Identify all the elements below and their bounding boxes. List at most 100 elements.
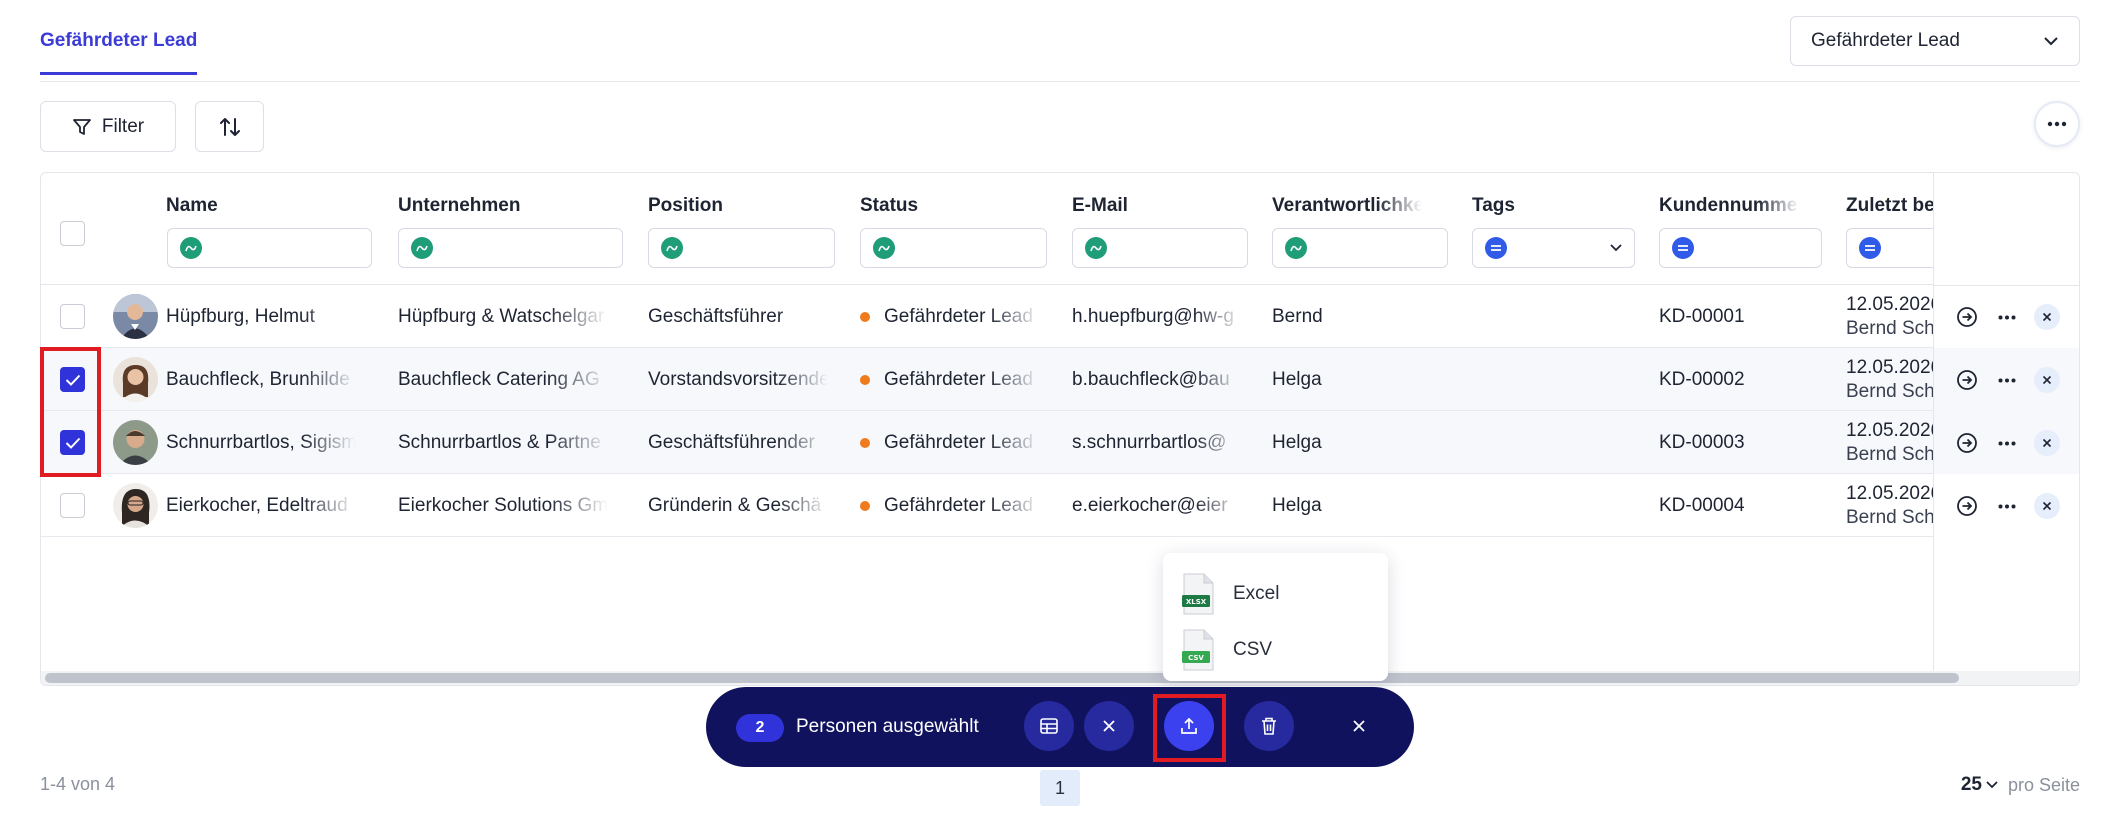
- tags-cell: [1472, 474, 1622, 537]
- status-label: Gefährdeter Lead: [884, 368, 1033, 390]
- position-cell: Vorstandsvorsitzende: [648, 368, 828, 390]
- horizontal-scrollbar-thumb[interactable]: [45, 673, 1959, 683]
- more-options-button[interactable]: [2034, 101, 2080, 147]
- open-record-icon[interactable]: [1952, 302, 1982, 332]
- avatar: [113, 483, 158, 528]
- operator-icon: [661, 237, 683, 259]
- remove-row-icon[interactable]: [2032, 365, 2062, 395]
- sort-button[interactable]: [195, 101, 264, 152]
- last-edited-user: Bernd Schi: [1846, 317, 1939, 339]
- last-edited-cell: 12.05.2026 Bernd Schi: [1846, 285, 1946, 348]
- per-page-selector[interactable]: 25 pro Seite: [1961, 774, 2080, 796]
- row-more-icon[interactable]: [1992, 428, 2022, 458]
- name-cell[interactable]: Eierkocher, Edeltraud: [166, 474, 356, 537]
- filter-button[interactable]: Filter: [40, 101, 176, 152]
- operator-icon: [180, 237, 202, 259]
- status-dot: [860, 500, 870, 511]
- last-edited-cell: 12.05.2026 Bernd Schi: [1846, 411, 1946, 474]
- row-more-icon[interactable]: [1992, 302, 2022, 332]
- close-icon: [1353, 720, 1365, 732]
- svg-text:XLSX: XLSX: [1186, 598, 1207, 606]
- close-bulk-bar-button[interactable]: [1334, 701, 1384, 751]
- last-edited-date: 12.05.2026: [1846, 293, 1942, 315]
- customer-number-cell: KD-00004: [1659, 494, 1745, 516]
- chevron-down-icon: [1986, 781, 1998, 789]
- column-header-position[interactable]: Position: [648, 195, 828, 217]
- company-cell: Schnurrbartlos & Partne: [398, 431, 601, 453]
- table-row[interactable]: Schnurrbartlos, Sigism Schnurrbartlos & …: [41, 411, 2079, 474]
- email-filter-input[interactable]: [1072, 228, 1248, 268]
- name-cell[interactable]: Hüpfburg, Helmut: [166, 285, 356, 348]
- status-filter-input[interactable]: [860, 228, 1047, 268]
- table-row[interactable]: Eierkocher, Edeltraud Eierkocher Solutio…: [41, 474, 2079, 537]
- tab-gefaehrdeter-lead[interactable]: Gefährdeter Lead: [40, 30, 198, 75]
- name-cell[interactable]: Schnurrbartlos, Sigism: [166, 411, 356, 474]
- email-cell[interactable]: h.huepfburg@hw-g: [1072, 285, 1242, 348]
- status-cell: Gefährdeter Lead: [860, 285, 1040, 348]
- last-edited-filter-input[interactable]: [1846, 228, 1946, 268]
- close-icon: [1103, 720, 1115, 732]
- position-cell: Geschäftsführender: [648, 431, 815, 453]
- customer-number-cell: KD-00001: [1659, 305, 1745, 327]
- tags-filter-select[interactable]: [1472, 228, 1635, 268]
- name-cell[interactable]: Bauchfleck, Brunhilde: [166, 348, 356, 411]
- column-header-last-edited[interactable]: Zuletzt be: [1846, 195, 1946, 217]
- position-cell: Gründerin & Geschä: [648, 494, 822, 516]
- last-edited-date: 12.05.2026: [1846, 482, 1942, 504]
- remove-row-icon[interactable]: [2032, 302, 2062, 332]
- customer-number-cell: KD-00002: [1659, 368, 1745, 390]
- view-select[interactable]: Gefährdeter Lead: [1790, 16, 2080, 66]
- select-all-checkbox[interactable]: [60, 221, 85, 246]
- status-label: Gefährdeter Lead: [884, 431, 1033, 453]
- xlsx-file-icon: XLSX: [1181, 573, 1215, 615]
- clear-selection-button[interactable]: [1084, 701, 1134, 751]
- owner-filter-input[interactable]: [1272, 228, 1448, 268]
- bulk-action-bar: 2 Personen ausgewählt: [706, 687, 1414, 767]
- table-row[interactable]: Hüpfburg, Helmut Hüpfburg & Watschelgar …: [41, 285, 2079, 348]
- row-more-icon[interactable]: [1992, 365, 2022, 395]
- operator-icon: [1085, 237, 1107, 259]
- row-more-icon[interactable]: [1992, 491, 2022, 521]
- chevron-down-icon: [1610, 244, 1622, 252]
- column-header-status[interactable]: Status: [860, 195, 1040, 217]
- open-record-icon[interactable]: [1952, 365, 1982, 395]
- row-checkbox[interactable]: [60, 304, 85, 329]
- column-header-owner[interactable]: Verantwortlichke: [1272, 195, 1422, 217]
- open-record-icon[interactable]: [1952, 491, 1982, 521]
- customer-number-filter-input[interactable]: [1659, 228, 1822, 268]
- table-row[interactable]: Bauchfleck, Brunhilde Bauchfleck Caterin…: [41, 348, 2079, 411]
- avatar: [113, 294, 158, 339]
- column-header-company[interactable]: Unternehmen: [398, 195, 598, 217]
- name-filter-input[interactable]: [167, 228, 372, 268]
- column-header-tags[interactable]: Tags: [1472, 195, 1622, 217]
- company-cell: Bauchfleck Catering AG: [398, 368, 600, 390]
- filter-label: Filter: [101, 115, 145, 137]
- per-page-value[interactable]: 25: [1961, 774, 1982, 796]
- tags-cell: [1472, 348, 1622, 411]
- email-cell[interactable]: b.bauchfleck@bau: [1072, 348, 1242, 411]
- page-1-button[interactable]: 1: [1040, 770, 1080, 806]
- status-label: Gefährdeter Lead: [884, 305, 1033, 327]
- row-checkbox[interactable]: [60, 493, 85, 518]
- email-cell[interactable]: s.schnurrbartlos@: [1072, 411, 1242, 474]
- column-header-name[interactable]: Name: [166, 195, 366, 217]
- sort-arrows-icon: [219, 117, 240, 136]
- delete-button[interactable]: [1244, 701, 1294, 751]
- position-filter-input[interactable]: [648, 228, 835, 268]
- export-csv-option[interactable]: CSV CSV: [1181, 628, 1272, 672]
- status-dot: [860, 374, 870, 385]
- column-header-customer-number[interactable]: Kundennummer: [1659, 195, 1799, 217]
- remove-row-icon[interactable]: [2032, 428, 2062, 458]
- equals-operator-icon: [1485, 237, 1507, 259]
- column-header-email[interactable]: E-Mail: [1072, 195, 1242, 217]
- export-excel-option[interactable]: XLSX Excel: [1181, 572, 1279, 616]
- equals-operator-icon: [1672, 237, 1694, 259]
- table-view-button[interactable]: [1024, 701, 1074, 751]
- csv-file-icon: CSV: [1181, 629, 1215, 671]
- email-cell[interactable]: e.eierkocher@eier: [1072, 474, 1242, 537]
- export-excel-label: Excel: [1233, 583, 1280, 604]
- remove-row-icon[interactable]: [2032, 491, 2062, 521]
- row-actions-column: [1933, 173, 2079, 685]
- company-filter-input[interactable]: [398, 228, 623, 268]
- open-record-icon[interactable]: [1952, 428, 1982, 458]
